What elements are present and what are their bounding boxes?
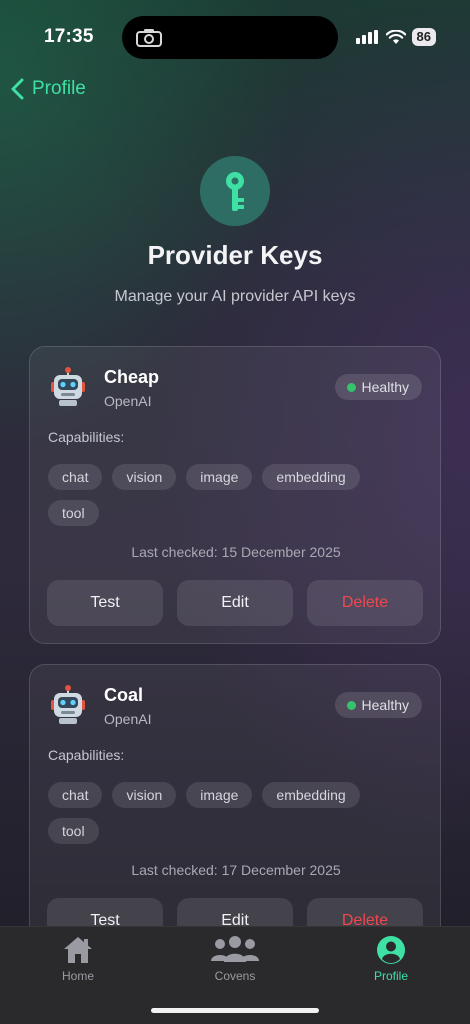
provider-key-card: Cheap OpenAI Healthy Capabilities: chat …: [29, 346, 441, 644]
key-name: Coal: [104, 685, 144, 705]
capability-chip: embedding: [262, 464, 360, 490]
status-dot-icon: [346, 700, 356, 710]
capability-chips: chat vision image embedding tool: [48, 782, 398, 844]
capability-chip: tool: [48, 500, 99, 526]
chevron-left-icon: [11, 78, 24, 100]
status-bar: 17:35 86: [0, 0, 470, 70]
tab-profile[interactable]: Profile: [346, 935, 436, 983]
capability-chip: vision: [112, 782, 177, 808]
back-label: Profile: [32, 78, 86, 99]
page-title: Provider Keys: [147, 240, 323, 270]
dynamic-island: [122, 16, 338, 59]
house-icon: [64, 937, 92, 963]
tab-label: Profile: [373, 969, 408, 983]
tab-label: Home: [61, 969, 94, 983]
capability-chip: image: [186, 782, 253, 808]
capability-chips: chat vision image embedding tool: [48, 464, 398, 526]
status-dot-icon: [346, 382, 356, 392]
key-provider: OpenAI: [104, 393, 152, 409]
capability-chip: vision: [112, 464, 177, 490]
screen-record-icon: [136, 29, 162, 47]
profile-icon: [377, 936, 405, 964]
robot-icon: [51, 367, 85, 406]
test-button[interactable]: Test: [47, 580, 163, 626]
group-icon: [211, 936, 259, 962]
status-badge: Healthy: [334, 374, 422, 400]
status-label: Healthy: [361, 379, 409, 395]
last-checked: Last checked: 17 December 2025: [131, 862, 341, 878]
status-icons: 86: [355, 28, 436, 46]
card-actions: Test Edit Delete: [47, 580, 423, 626]
key-name: Cheap: [104, 367, 160, 387]
back-button[interactable]: Profile: [10, 78, 86, 100]
robot-icon: [51, 685, 85, 724]
home-indicator: [151, 1008, 319, 1013]
wifi-icon: [385, 29, 406, 44]
provider-key-card: Coal OpenAI Healthy Capabilities: chat v…: [29, 664, 441, 962]
key-provider: OpenAI: [104, 711, 152, 727]
edit-button[interactable]: Edit: [177, 580, 293, 626]
capability-chip: image: [186, 464, 253, 490]
capabilities-label: Capabilities:: [48, 429, 125, 445]
cellular-signal-icon: [355, 30, 378, 44]
capability-chip: chat: [48, 782, 103, 808]
capability-chip: embedding: [262, 782, 360, 808]
battery-indicator: 86: [411, 28, 436, 46]
capabilities-label: Capabilities:: [48, 747, 125, 763]
page-subtitle: Manage your AI provider API keys: [114, 288, 356, 305]
delete-button[interactable]: Delete: [307, 580, 423, 626]
capability-chip: tool: [48, 818, 99, 844]
key-badge: [200, 156, 270, 226]
capability-chip: chat: [48, 464, 103, 490]
status-time: 17:35: [44, 26, 94, 47]
tab-label: Covens: [214, 969, 256, 983]
status-badge: Healthy: [334, 692, 422, 718]
tab-home[interactable]: Home: [33, 935, 123, 983]
last-checked: Last checked: 15 December 2025: [131, 544, 341, 560]
tab-covens[interactable]: Covens: [190, 935, 280, 983]
status-label: Healthy: [361, 697, 409, 713]
key-icon: [226, 172, 244, 211]
